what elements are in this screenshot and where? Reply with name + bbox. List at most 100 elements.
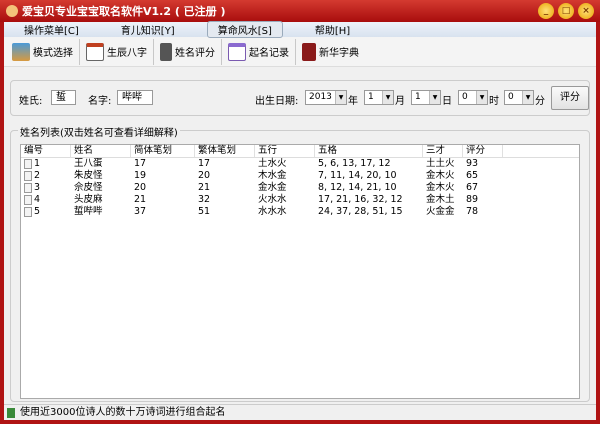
name-list[interactable]: 编号 姓名 简体笔划 繁体笔划 五行 五格 三才 评分 1 王八蛋 17 17 土水火 5… xyxy=(20,144,580,399)
cell-text: 51 xyxy=(198,206,211,217)
close-button[interactable]: × xyxy=(578,3,594,19)
table-cell: 32 xyxy=(195,194,255,206)
cell-text: 8, 12, 14, 21, 10 xyxy=(318,182,397,193)
table-cell: 17 xyxy=(131,158,195,170)
cell-text: 19 xyxy=(134,170,147,181)
notebook-icon xyxy=(228,42,246,61)
col-three-talents[interactable]: 三才 xyxy=(423,145,463,157)
table-row[interactable]: 1 王八蛋 17 17 土水火 5, 6, 13, 17, 12 土土火 93 xyxy=(21,158,579,170)
table-cell: 水水水 xyxy=(255,206,315,218)
col-traditional-strokes[interactable]: 繁体笔划 xyxy=(195,145,255,157)
toolbar: 模式选择 生辰八字 姓名评分 起名记录 新华字典 xyxy=(4,37,596,67)
book-icon xyxy=(302,42,316,61)
name-input[interactable]: 哔哔 xyxy=(117,90,153,105)
table-cell: 21 xyxy=(195,182,255,194)
table-cell: 78 xyxy=(463,206,503,218)
col-simplified-strokes[interactable]: 简体笔划 xyxy=(131,145,195,157)
table-cell: 朱皮怪 xyxy=(71,170,131,182)
cell-text: 金木火 xyxy=(426,182,455,193)
surname-input[interactable]: 蜇 xyxy=(51,90,76,105)
maximize-button[interactable]: □ xyxy=(558,3,574,19)
table-cell: 土土火 xyxy=(423,158,463,170)
cell-text: 78 xyxy=(466,206,479,217)
col-id[interactable]: 编号 xyxy=(21,145,71,157)
app-window: 爱宝贝专业宝宝取名软件V1.2 ( 已注册 ) _ □ × 操作菜单[C] 育儿… xyxy=(0,0,600,424)
cell-text: 王八蛋 xyxy=(74,158,103,169)
col-five-grids[interactable]: 五格 xyxy=(315,145,423,157)
col-five-elements[interactable]: 五行 xyxy=(255,145,315,157)
cell-text: 朱皮怪 xyxy=(74,170,103,181)
menu-fortune[interactable]: 算命风水[S] xyxy=(206,21,283,38)
table-row[interactable]: 2 朱皮怪 19 20 木水金 7, 11, 14, 20, 10 金木火 65 xyxy=(21,170,579,182)
month-unit: 月 xyxy=(395,96,405,107)
minute-select[interactable]: 0 ▼ xyxy=(504,90,534,105)
name-label: 名字: xyxy=(88,96,112,107)
table-cell: 2 xyxy=(21,170,71,182)
cell-text: 24, 37, 28, 51, 15 xyxy=(318,206,403,217)
cell-text: 金木土 xyxy=(426,194,455,205)
dictionary-button[interactable]: 新华字典 xyxy=(296,39,365,65)
table-cell: 8, 12, 14, 21, 10 xyxy=(315,182,423,194)
table-cell: 37 xyxy=(131,206,195,218)
home-icon xyxy=(12,42,30,61)
year-unit: 年 xyxy=(348,96,358,107)
table-cell: 王八蛋 xyxy=(71,158,131,170)
table-cell: 金木火 xyxy=(423,170,463,182)
minimize-button[interactable]: _ xyxy=(538,3,554,19)
menu-operation[interactable]: 操作菜单[C] xyxy=(14,22,89,37)
year-select[interactable]: 2013 ▼ xyxy=(305,90,347,105)
menu-help[interactable]: 帮助[H] xyxy=(305,22,360,37)
table-cell: 1 xyxy=(21,158,71,170)
birth-date-label: 出生日期: xyxy=(255,96,299,107)
cell-text: 37 xyxy=(134,206,147,217)
cell-text: 65 xyxy=(466,170,479,181)
cell-text: 佘皮怪 xyxy=(74,182,103,193)
menu-bar: 操作菜单[C] 育儿知识[Y] 算命风水[S] 帮助[H] xyxy=(4,21,596,38)
cell-text: 2 xyxy=(34,170,41,181)
cell-text: 木水金 xyxy=(258,170,287,181)
menu-parenting[interactable]: 育儿知识[Y] xyxy=(111,22,185,37)
mode-select-button[interactable]: 模式选择 xyxy=(6,38,80,65)
cell-text: 火金金 xyxy=(426,206,455,217)
name-score-button[interactable]: 姓名评分 xyxy=(154,38,222,65)
table-row[interactable]: 3 佘皮怪 20 21 金水金 8, 12, 14, 21, 10 金木火 67 xyxy=(21,182,579,194)
cell-text: 17 xyxy=(134,158,147,169)
table-cell: 头皮麻 xyxy=(71,194,131,206)
hour-unit: 时 xyxy=(489,96,499,107)
table-cell: 19 xyxy=(131,170,195,182)
table-cell: 93 xyxy=(463,158,503,170)
phone-icon xyxy=(160,42,172,61)
document-icon xyxy=(24,206,32,217)
table-row[interactable]: 4 头皮麻 21 32 火水水 17, 21, 16, 32, 12 金木土 89 xyxy=(21,194,579,206)
table-cell: 佘皮怪 xyxy=(71,182,131,194)
cell-text: 土水火 xyxy=(258,158,287,169)
cell-text: 20 xyxy=(134,182,147,193)
cell-text: 火水水 xyxy=(258,194,287,205)
month-select[interactable]: 1 ▼ xyxy=(364,90,394,105)
table-cell: 火金金 xyxy=(423,206,463,218)
birth-chart-button[interactable]: 生辰八字 xyxy=(80,38,154,65)
col-name[interactable]: 姓名 xyxy=(71,145,131,157)
table-cell: 67 xyxy=(463,182,503,194)
day-unit: 日 xyxy=(442,96,452,107)
document-icon xyxy=(24,182,32,193)
surname-label: 姓氏: xyxy=(19,96,43,107)
table-cell: 火水水 xyxy=(255,194,315,206)
naming-record-button[interactable]: 起名记录 xyxy=(222,38,296,65)
cell-text: 金水金 xyxy=(258,182,287,193)
cell-text: 5, 6, 13, 17, 12 xyxy=(318,158,391,169)
table-cell: 土水火 xyxy=(255,158,315,170)
cell-text: 17, 21, 16, 32, 12 xyxy=(318,194,403,205)
list-header: 编号 姓名 简体笔划 繁体笔划 五行 五格 三才 评分 xyxy=(21,145,579,158)
table-cell: 5 xyxy=(21,206,71,218)
day-select[interactable]: 1 ▼ xyxy=(411,90,441,105)
cell-text: 土土火 xyxy=(426,158,455,169)
cell-text: 4 xyxy=(34,194,41,205)
table-cell: 蜇哔哔 xyxy=(71,206,131,218)
table-row[interactable]: 5 蜇哔哔 37 51 水水水 24, 37, 28, 51, 15 火金金 78 xyxy=(21,206,579,218)
status-text: 使用近3000位诗人的数十万诗词进行组合起名 xyxy=(20,407,226,418)
cell-text: 32 xyxy=(198,194,211,205)
col-score[interactable]: 评分 xyxy=(463,145,503,157)
score-button[interactable]: 评分 xyxy=(551,86,589,110)
hour-select[interactable]: 0 ▼ xyxy=(458,90,488,105)
